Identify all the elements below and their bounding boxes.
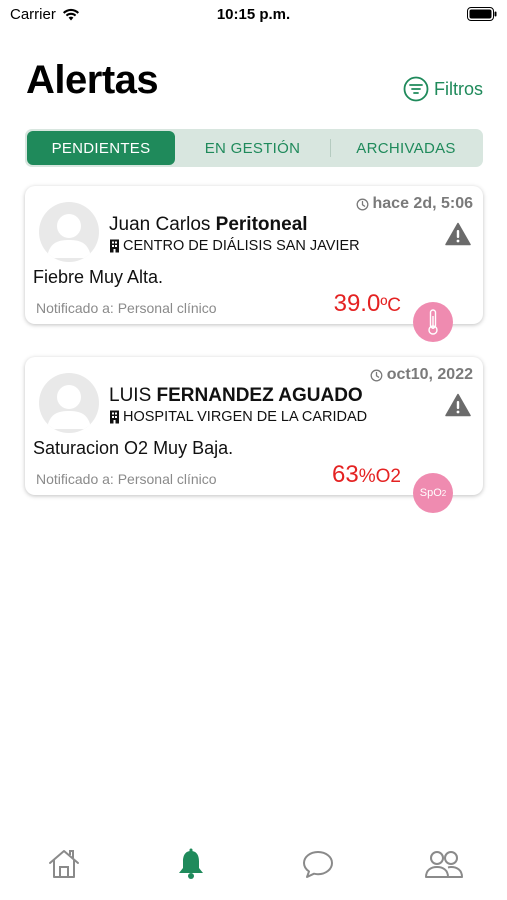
battery-icon [467, 7, 497, 21]
alert-message: Fiebre Muy Alta. [33, 267, 164, 287]
user-placeholder-icon [47, 214, 91, 258]
tab-messages[interactable] [298, 846, 338, 882]
user-placeholder-icon [47, 385, 91, 429]
tab-archivadas[interactable]: ARCHIVADAS [331, 131, 481, 165]
facility-name: CENTRO DE DIÁLISIS SAN JAVIER [123, 238, 360, 254]
chat-icon [303, 851, 333, 878]
building-icon [110, 410, 119, 424]
building-icon [110, 239, 119, 253]
alert-timestamp: hace 2d, 5:06 [356, 195, 474, 213]
tab-label: ARCHIVADAS [356, 139, 456, 157]
tab-label: PENDIENTES [51, 139, 151, 157]
reading-value: 39.0ºC [334, 290, 401, 318]
alert-timestamp: oct10, 2022 [370, 366, 473, 384]
notified-label: Notificado a: Personal clínico [36, 300, 217, 316]
tab-home[interactable] [44, 846, 84, 882]
tab-pendientes[interactable]: PENDIENTES [27, 131, 175, 165]
tab-bar [0, 838, 507, 888]
tab-en-gestion[interactable]: EN GESTIÓN [175, 131, 330, 165]
status-bar: Carrier 10:15 p.m. [0, 0, 507, 30]
status-segmented-control: PENDIENTES EN GESTIÓN ARCHIVADAS [25, 129, 483, 167]
alert-message: Saturacion O2 Muy Baja. [33, 438, 234, 458]
avatar [39, 202, 99, 262]
thermometer-icon [428, 309, 438, 335]
tab-patients[interactable] [424, 846, 464, 882]
reading-number: 39.0 [333, 290, 381, 317]
warning-icon [445, 393, 471, 417]
page-title: Alertas [26, 58, 159, 102]
home-icon [49, 850, 79, 878]
spo2-label: SpO [419, 487, 442, 499]
patient-surname: Peritoneal [215, 214, 308, 235]
reading-unit: %O2 [358, 466, 401, 487]
patient-first-name: Juan Carlos [109, 214, 211, 235]
timestamp-text: oct10, 2022 [386, 366, 473, 383]
reading-unit: ºC [380, 295, 401, 316]
spo2-badge: SpO 2 [413, 473, 453, 513]
bell-icon [179, 848, 203, 879]
warning-icon [445, 222, 471, 246]
avatar [39, 373, 99, 433]
facility: CENTRO DE DIÁLISIS SAN JAVIER [109, 238, 360, 254]
tab-alerts[interactable] [171, 846, 211, 882]
timestamp-text: hace 2d, 5:06 [372, 195, 474, 212]
facility-name: HOSPITAL VIRGEN DE LA CARIDAD [123, 409, 368, 425]
filter-button[interactable]: Filtros [403, 76, 483, 102]
spo2-subscript: 2 [441, 488, 447, 498]
patient-first-name: LUIS [109, 385, 152, 406]
filter-icon [403, 76, 429, 102]
patient-name: LUIS FERNANDEZ AGUADO [109, 385, 363, 407]
alert-card[interactable]: oct10, 2022 LUIS FERNANDEZ AGUADO HOSPIT… [25, 357, 483, 513]
alert-card[interactable]: hace 2d, 5:06 Juan Carlos Peritoneal CEN… [25, 186, 483, 342]
reading-value: 63%O2 [332, 461, 401, 489]
clock: 10:15 p.m. [216, 6, 291, 23]
alerts-screen: Carrier 10:15 p.m. Alertas Filtros PENDI… [0, 0, 507, 900]
filter-label: Filtros [434, 78, 483, 99]
users-icon [425, 851, 463, 878]
temperature-badge [413, 302, 453, 342]
clock-icon [370, 369, 383, 381]
patient-surname: FERNANDEZ AGUADO [156, 385, 363, 406]
tab-label: EN GESTIÓN [204, 139, 301, 157]
clock-icon [356, 198, 368, 210]
notified-label: Notificado a: Personal clínico [36, 471, 217, 487]
patient-name: Juan Carlos Peritoneal [109, 214, 308, 236]
facility: HOSPITAL VIRGEN DE LA CARIDAD [109, 409, 367, 425]
reading-number: 63 [332, 461, 359, 488]
